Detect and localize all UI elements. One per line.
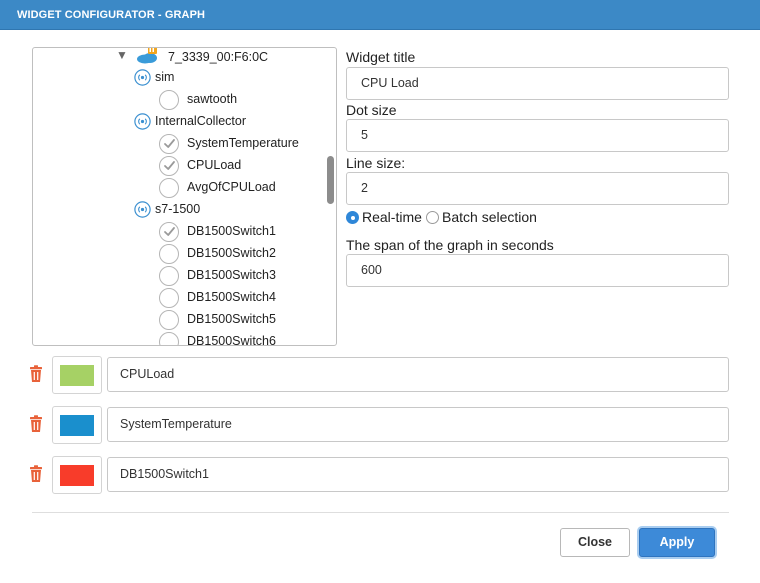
tree-item-label: DB1500Switch4: [187, 290, 276, 304]
tree-item-label: DB1500Switch5: [187, 312, 276, 326]
series-row: SystemTemperature: [28, 406, 730, 444]
color-picker[interactable]: [52, 406, 102, 444]
span-label: The span of the graph in seconds: [346, 237, 554, 253]
checkbox-circle[interactable]: [159, 332, 179, 345]
checkmark-icon: [164, 161, 175, 170]
span-input[interactable]: 600: [346, 254, 729, 287]
checkmark-icon: [164, 139, 175, 148]
tree-item-label: AvgOfCPULoad: [187, 180, 276, 194]
color-swatch: [60, 415, 94, 436]
tree-item-label: DB1500Switch6: [187, 334, 276, 346]
signal-broadcast-icon: [134, 113, 151, 130]
checkbox-circle[interactable]: [159, 288, 179, 308]
series-name-input[interactable]: SystemTemperature: [107, 407, 729, 442]
checkbox-circle[interactable]: [159, 244, 179, 264]
apply-button[interactable]: Apply: [639, 528, 715, 557]
tree-item-label: DB1500Switch3: [187, 268, 276, 282]
tree-item-row[interactable]: AvgOfCPULoad: [33, 178, 323, 199]
tree-item-row[interactable]: SystemTemperature: [33, 134, 323, 155]
tree-item-row[interactable]: DB1500Switch3: [33, 266, 323, 287]
footer-divider: [32, 512, 729, 513]
cloud-device-icon: [137, 48, 157, 64]
color-picker[interactable]: [52, 456, 102, 494]
color-picker[interactable]: [52, 356, 102, 394]
dialog-title: WIDGET CONFIGURATOR - GRAPH: [17, 9, 206, 21]
dot-size-label: Dot size: [346, 102, 397, 118]
tree-group-row[interactable]: InternalCollector: [33, 113, 323, 133]
tree-item-row[interactable]: CPULoad: [33, 156, 323, 177]
series-name-input[interactable]: DB1500Switch1: [107, 457, 729, 492]
tree-item-row[interactable]: DB1500Switch1: [33, 222, 323, 243]
tree-item-row[interactable]: DB1500Switch2: [33, 244, 323, 265]
checkbox-circle[interactable]: [159, 310, 179, 330]
tree-group-label: InternalCollector: [155, 114, 247, 128]
checkbox-circle[interactable]: [159, 156, 179, 176]
tree-item-label: DB1500Switch2: [187, 246, 276, 260]
tree-group-label: sim: [155, 70, 175, 84]
color-swatch: [60, 465, 94, 486]
close-button[interactable]: Close: [560, 528, 630, 557]
tree-item-row[interactable]: sawtooth: [33, 90, 323, 111]
checkbox-circle[interactable]: [159, 134, 179, 154]
dialog-title-bar: WIDGET CONFIGURATOR - GRAPH: [0, 0, 760, 30]
radio-unselected-icon[interactable]: [426, 211, 439, 224]
widget-title-label: Widget title: [346, 49, 416, 65]
tree-scrollbar[interactable]: [327, 156, 334, 204]
tree-group-row[interactable]: sim: [33, 69, 323, 89]
caret-down-icon[interactable]: ▼: [116, 48, 128, 62]
tree-device-label: 7_3339_00:F6:0C: [168, 50, 269, 64]
trash-icon[interactable]: [28, 365, 44, 383]
signal-broadcast-icon: [134, 69, 151, 86]
tree-item-label: sawtooth: [187, 92, 238, 106]
trash-icon[interactable]: [28, 465, 44, 483]
mode-realtime-label: Real-time: [362, 209, 422, 225]
tree-item-label: DB1500Switch1: [187, 224, 276, 238]
tree-item-row[interactable]: DB1500Switch5: [33, 310, 323, 331]
checkbox-circle[interactable]: [159, 178, 179, 198]
tree-item-row[interactable]: DB1500Switch6: [33, 332, 323, 346]
tag-tree-panel[interactable]: ▼ 7_3339_00:F6:0C sim sawtooth InternalCol…: [32, 47, 337, 346]
mode-batch-label: Batch selection: [442, 209, 537, 225]
tree-item-row[interactable]: DB1500Switch4: [33, 288, 323, 309]
tree-item-label: SystemTemperature: [187, 136, 299, 150]
dot-size-input[interactable]: 5: [346, 119, 729, 152]
tree-item-label: CPULoad: [187, 158, 242, 172]
radio-selected-icon[interactable]: [346, 211, 359, 224]
series-name-input[interactable]: CPULoad: [107, 357, 729, 392]
checkbox-circle[interactable]: [159, 266, 179, 286]
tree-group-row[interactable]: s7-1500: [33, 201, 323, 221]
line-size-label: Line size:: [346, 155, 406, 171]
checkbox-circle[interactable]: [159, 90, 179, 110]
color-swatch: [60, 365, 94, 386]
series-row: DB1500Switch1: [28, 456, 730, 494]
series-row: CPULoad: [28, 356, 730, 394]
line-size-input[interactable]: 2: [346, 172, 729, 205]
checkbox-circle[interactable]: [159, 222, 179, 242]
widget-title-input[interactable]: CPU Load: [346, 67, 729, 100]
checkmark-icon: [164, 227, 175, 236]
signal-broadcast-icon: [134, 201, 151, 218]
tree-group-label: s7-1500: [155, 202, 201, 216]
trash-icon[interactable]: [28, 415, 44, 433]
tree-device-row[interactable]: ▼ 7_3339_00:F6:0C: [33, 48, 333, 69]
